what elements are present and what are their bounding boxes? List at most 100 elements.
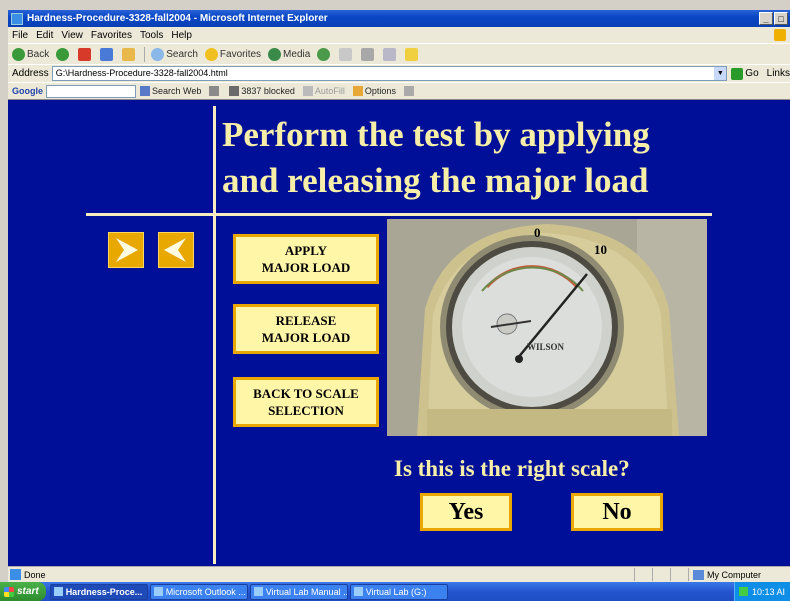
- media-label: Media: [283, 48, 311, 60]
- binoculars-icon: [140, 86, 150, 96]
- media-icon: [268, 47, 282, 61]
- window-titlebar[interactable]: Hardness-Procedure-3328-fall2004 - Micro…: [8, 10, 790, 27]
- favorites-button[interactable]: Favorites: [204, 47, 261, 61]
- dial-brand-label: WILSON: [527, 342, 565, 352]
- outlook-icon: [153, 587, 163, 596]
- forward-button[interactable]: [56, 47, 71, 61]
- maximize-button[interactable]: □: [774, 12, 788, 25]
- network-icon[interactable]: [739, 587, 748, 596]
- google-toolbar: Google Search Web 3837 blocked AutoFill …: [8, 82, 790, 100]
- zone-label: My Computer: [707, 569, 762, 580]
- popup-blocker-button[interactable]: 3837 blocked: [229, 86, 295, 96]
- menu-file[interactable]: File: [12, 30, 28, 41]
- back-label-2: SELECTION: [268, 403, 344, 418]
- stop-button[interactable]: [78, 47, 93, 61]
- home-icon: [122, 47, 136, 61]
- start-label: start: [17, 586, 39, 597]
- page-title: Perform the test by applying and releasi…: [222, 112, 742, 204]
- forward-nav-button[interactable]: [108, 232, 144, 268]
- taskbar-item-virtual-lab-drive[interactable]: Virtual Lab (G:): [349, 583, 448, 600]
- news-button[interactable]: [209, 86, 221, 96]
- headline-line-2: and releasing the major load: [222, 161, 649, 200]
- refresh-icon: [100, 47, 114, 61]
- minimize-button[interactable]: _: [759, 12, 773, 25]
- print-button[interactable]: [361, 47, 376, 61]
- windows-flag-icon: [4, 586, 14, 597]
- address-value: G:\Hardness-Procedure-3328-fall2004.html: [55, 68, 228, 78]
- autofill-button[interactable]: AutoFill: [302, 86, 345, 96]
- apply-major-load-button[interactable]: APPLY MAJOR LOAD: [233, 234, 379, 284]
- mail-button[interactable]: [339, 47, 354, 61]
- folder-icon: [405, 47, 419, 61]
- menu-view[interactable]: View: [61, 30, 83, 41]
- taskbar-item-hardness[interactable]: Hardness-Proce...: [49, 583, 148, 600]
- pencil-icon: [403, 86, 414, 96]
- page-content: Perform the test by applying and releasi…: [8, 100, 790, 566]
- scale-question: Is this is the right scale?: [394, 456, 630, 481]
- search-web-button[interactable]: Search Web: [140, 86, 201, 96]
- status-bar: Done My Computer: [8, 566, 790, 582]
- google-logo[interactable]: Google: [12, 86, 43, 96]
- back-button[interactable]: Back: [12, 47, 50, 61]
- home-button[interactable]: [122, 47, 137, 61]
- status-text: Done: [24, 569, 46, 580]
- menu-favorites[interactable]: Favorites: [91, 30, 132, 41]
- task-label: Virtual Lab Manual ...: [265, 586, 348, 597]
- star-icon: [204, 47, 218, 61]
- options-button[interactable]: Options: [352, 86, 396, 96]
- release-major-load-button[interactable]: RELEASE MAJOR LOAD: [233, 304, 379, 354]
- search-label: Search: [166, 48, 198, 60]
- menu-edit[interactable]: Edit: [36, 30, 53, 41]
- address-input[interactable]: G:\Hardness-Procedure-3328-fall2004.html…: [51, 66, 728, 81]
- taskbar-item-outlook[interactable]: Microsoft Outlook ...: [149, 583, 248, 600]
- options-icon: [352, 86, 363, 96]
- go-label: Go: [745, 68, 759, 79]
- word-icon: [253, 587, 263, 596]
- forward-arrow-icon: [56, 47, 70, 61]
- news-icon: [209, 86, 220, 96]
- address-label: Address: [12, 68, 49, 79]
- go-arrow-icon: [731, 67, 744, 80]
- menu-tools[interactable]: Tools: [140, 30, 163, 41]
- chevron-right-icon: [116, 238, 138, 262]
- yes-button[interactable]: Yes: [420, 493, 512, 531]
- window-title: Hardness-Procedure-3328-fall2004 - Micro…: [27, 13, 328, 24]
- apply-label-2: MAJOR LOAD: [261, 260, 351, 275]
- media-button[interactable]: Media: [268, 47, 311, 61]
- search-icon: [151, 47, 165, 61]
- status-cell: [634, 568, 652, 581]
- status-cell: [652, 568, 670, 581]
- task-label: Hardness-Proce...: [65, 586, 143, 597]
- mail-icon: [339, 47, 353, 61]
- dial-gauge-photo: 0 10 WILSON: [387, 219, 707, 436]
- search-web-label: Search Web: [152, 86, 202, 96]
- taskbar-item-lab-manual[interactable]: Virtual Lab Manual ...: [249, 583, 348, 600]
- autofill-label: AutoFill: [314, 86, 345, 96]
- search-button[interactable]: Search: [151, 47, 198, 61]
- go-button[interactable]: Go: [731, 67, 759, 80]
- ie-icon: [11, 12, 23, 25]
- folder-button[interactable]: [405, 47, 420, 61]
- no-button[interactable]: No: [571, 493, 663, 531]
- security-zone: My Computer: [688, 568, 790, 581]
- chevron-down-icon[interactable]: ▼: [714, 67, 727, 80]
- back-to-scale-selection-button[interactable]: BACK TO SCALE SELECTION: [233, 377, 379, 427]
- dial-ten-label: 10: [594, 242, 607, 257]
- menu-help[interactable]: Help: [171, 30, 192, 41]
- google-search-input[interactable]: [46, 84, 136, 98]
- start-button[interactable]: start: [0, 582, 46, 601]
- links-button[interactable]: Links: [767, 68, 790, 79]
- back-arrow-icon: [12, 47, 25, 61]
- address-bar: Address G:\Hardness-Procedure-3328-fall2…: [8, 64, 790, 82]
- computer-icon: [693, 569, 704, 580]
- headline-line-1: Perform the test by applying: [222, 115, 650, 154]
- edit-button[interactable]: [383, 47, 398, 61]
- refresh-button[interactable]: [100, 47, 115, 61]
- blocked-count: 3837 blocked: [241, 86, 295, 96]
- toolbar-divider: [144, 46, 146, 62]
- back-label: Back: [27, 48, 50, 60]
- highlight-button[interactable]: [403, 86, 416, 96]
- back-nav-button[interactable]: [158, 232, 194, 268]
- printer-icon: [361, 47, 375, 61]
- history-button[interactable]: [317, 47, 332, 61]
